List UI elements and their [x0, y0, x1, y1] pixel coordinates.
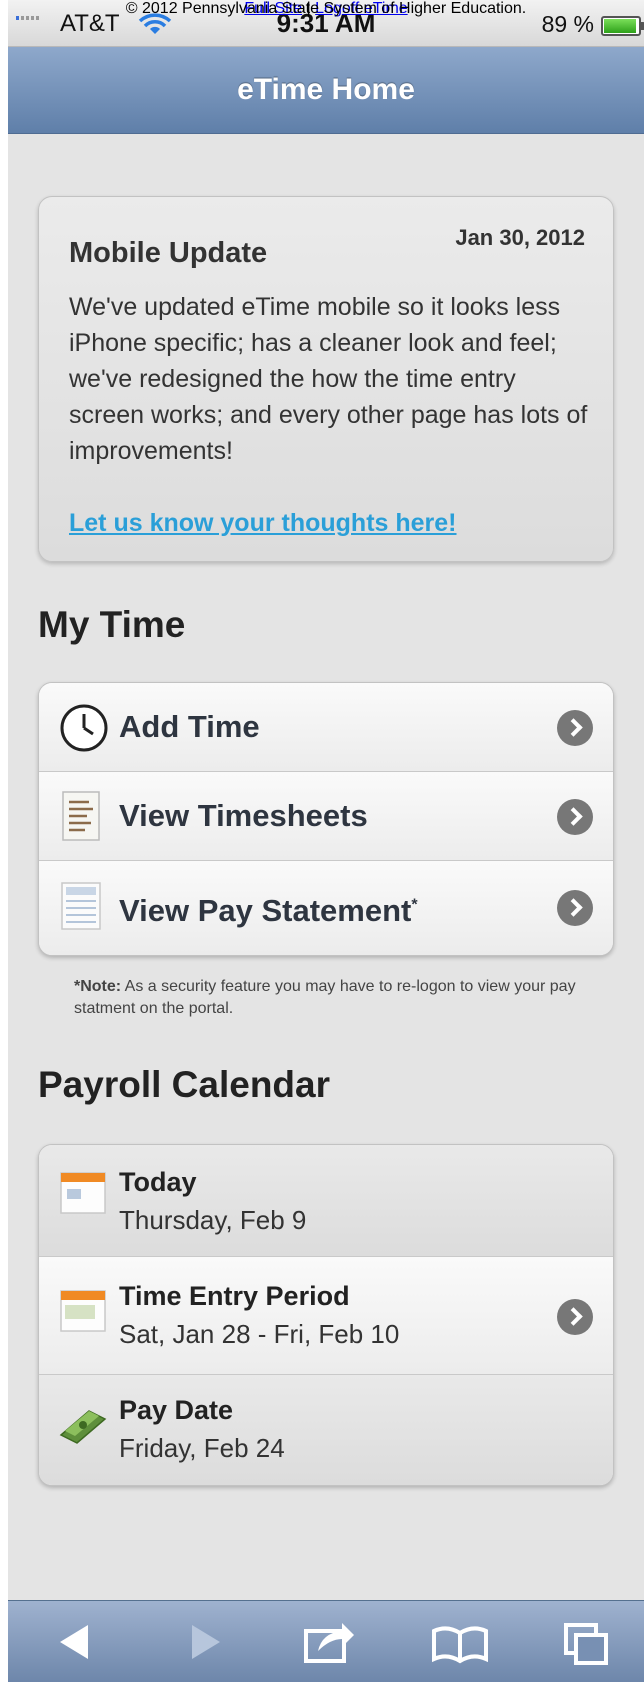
chevron-right-icon	[557, 799, 593, 835]
announcement-body: We've updated eTime mobile so it looks l…	[69, 293, 588, 465]
battery-icon	[601, 16, 644, 36]
announcement-date: Jan 30, 2012	[455, 225, 585, 250]
note-text: As a security feature you may have to re…	[74, 978, 576, 1017]
payroll-calendar-heading: Payroll Calendar	[38, 1064, 331, 1105]
back-icon[interactable]	[38, 1601, 118, 1682]
calendar-icon	[60, 1172, 106, 1214]
view-pay-statement-item[interactable]: View Pay Statement*	[39, 861, 613, 955]
chevron-right-icon	[557, 1299, 593, 1335]
copyright-text: © 2012 Pennsylvania State System of High…	[125, 0, 527, 17]
time-entry-period-item[interactable]: Time Entry Period Sat, Jan 28 - Fri, Feb…	[39, 1257, 613, 1375]
chevron-right-icon	[557, 890, 593, 926]
chevron-right-icon	[557, 710, 593, 746]
note-label: *Note:	[74, 978, 122, 995]
add-time-label: Add Time	[119, 709, 260, 744]
announcement-card: Jan 30, 2012 Mobile Update We've updated…	[38, 196, 614, 562]
add-time-item[interactable]: Add Time	[39, 683, 613, 772]
view-pay-statement-label: View Pay Statement*	[119, 893, 418, 928]
time-entry-period-title: Time Entry Period	[119, 1281, 350, 1311]
today-title: Today	[119, 1167, 197, 1197]
forward-icon[interactable]	[164, 1601, 244, 1682]
view-timesheets-item[interactable]: View Timesheets	[39, 772, 613, 861]
browser-toolbar	[8, 1600, 644, 1682]
tabs-icon[interactable]	[548, 1601, 628, 1682]
my-time-heading: My Time	[38, 604, 186, 645]
money-icon	[59, 1410, 107, 1444]
timesheet-icon	[62, 791, 100, 841]
pay-statement-icon	[61, 882, 101, 930]
share-icon[interactable]	[288, 1601, 368, 1682]
my-time-list: Add Time View Timesheets View Pay Statem…	[38, 682, 614, 956]
payroll-calendar-list: Today Thursday, Feb 9 Time Entry Period …	[38, 1144, 614, 1486]
feedback-link[interactable]: Let us know your thoughts here!	[69, 509, 457, 538]
calendar-icon	[60, 1290, 106, 1332]
view-timesheets-label: View Timesheets	[119, 798, 368, 833]
asterisk-mark: *	[411, 896, 418, 914]
pay-date-title: Pay Date	[119, 1395, 234, 1425]
phone-screen: AT&T 9:31 AM 89 % eTime Home Jan 30, 201…	[8, 0, 644, 1682]
clock-icon	[60, 704, 108, 752]
announcement-title: Mobile Update	[69, 237, 268, 269]
bookmarks-icon[interactable]	[420, 1601, 500, 1682]
pay-date-item: Pay Date Friday, Feb 24	[39, 1375, 613, 1485]
today-value: Thursday, Feb 9	[119, 1205, 307, 1235]
security-note: *Note: As a security feature you may hav…	[74, 976, 614, 1020]
app-header: eTime Home	[8, 47, 644, 134]
today-item: Today Thursday, Feb 9	[39, 1145, 613, 1257]
page-title: eTime Home	[237, 73, 415, 106]
time-entry-period-value: Sat, Jan 28 - Fri, Feb 10	[119, 1319, 400, 1349]
pay-date-value: Friday, Feb 24	[119, 1433, 285, 1463]
